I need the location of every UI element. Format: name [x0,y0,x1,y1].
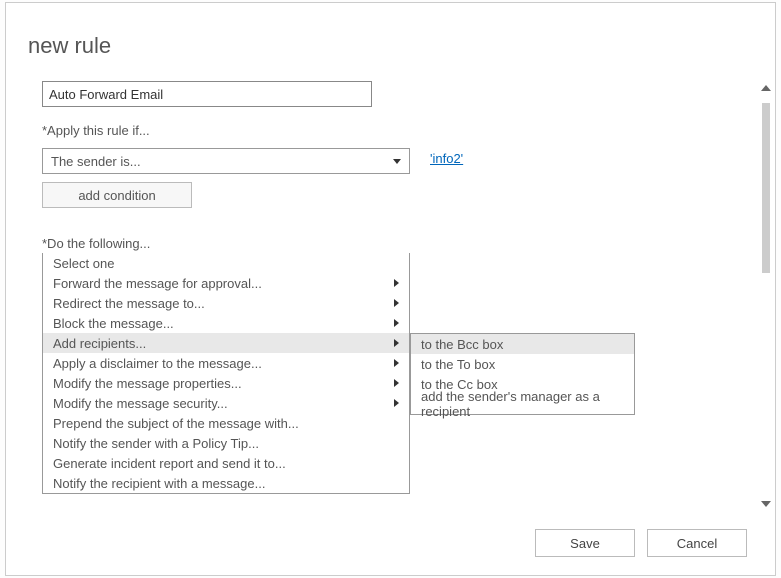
dropdown-item[interactable]: Notify the sender with a Policy Tip... [43,433,409,453]
sender-value-link[interactable]: 'info2' [430,151,463,166]
submenu-item[interactable]: to the To box [411,354,634,374]
save-label: Save [570,536,600,551]
dropdown-item-label: Block the message... [53,316,174,331]
new-rule-dialog: new rule *Apply this rule if... The send… [5,2,776,576]
submenu-item-label: to the To box [421,357,495,372]
dropdown-item[interactable]: Block the message... [43,313,409,333]
dropdown-item-label: Add recipients... [53,336,146,351]
dropdown-item[interactable]: Apply a disclaimer to the message... [43,353,409,373]
caret-down-icon [393,159,401,164]
dialog-footer: Save Cancel [535,529,747,557]
apply-if-label: *Apply this rule if... [42,123,747,138]
dropdown-item-label: Select one [53,256,114,271]
dropdown-item[interactable]: Forward the message for approval... [43,273,409,293]
chevron-right-icon [394,399,399,407]
apply-if-combo[interactable]: The sender is... [42,148,410,174]
add-recipients-submenu: to the Bcc boxto the To boxto the Cc box… [410,333,635,415]
dropdown-item-label: Modify the message security... [53,396,228,411]
chevron-right-icon [394,359,399,367]
scroll-up-icon[interactable] [761,85,771,91]
dropdown-item-label: Modify the message properties... [53,376,242,391]
dropdown-item-label: Prepend the subject of the message with.… [53,416,299,431]
dropdown-item-label: Generate incident report and send it to.… [53,456,286,471]
rule-name-input[interactable] [42,81,372,107]
chevron-right-icon [394,279,399,287]
chevron-right-icon [394,319,399,327]
vertical-scrollbar[interactable] [760,81,772,511]
dropdown-item[interactable]: Generate incident report and send it to.… [43,453,409,473]
dropdown-item-label: Redirect the message to... [53,296,205,311]
dropdown-item[interactable]: Add recipients... [43,333,409,353]
cancel-button[interactable]: Cancel [647,529,747,557]
dropdown-item-label: Forward the message for approval... [53,276,262,291]
submenu-item[interactable]: to the Bcc box [411,334,634,354]
dropdown-item[interactable]: Modify the message properties... [43,373,409,393]
submenu-item-label: add the sender's manager as a recipient [421,389,624,419]
dropdown-item-label: Apply a disclaimer to the message... [53,356,262,371]
add-condition-button[interactable]: add condition [42,182,192,208]
scroll-thumb[interactable] [762,103,770,273]
dropdown-item[interactable]: Notify the recipient with a message... [43,473,409,493]
dropdown-item[interactable]: Select one [43,253,409,273]
page-title: new rule [28,33,111,59]
dropdown-item[interactable]: Modify the message security... [43,393,409,413]
dropdown-item-label: Notify the sender with a Policy Tip... [53,436,259,451]
apply-row: The sender is... 'info2' [42,143,747,174]
dropdown-item[interactable]: Prepend the subject of the message with.… [43,413,409,433]
dropdown-item-label: Notify the recipient with a message... [53,476,265,491]
apply-if-value: The sender is... [51,154,141,169]
submenu-item[interactable]: add the sender's manager as a recipient [411,394,634,414]
do-following-dropdown: Select one Forward the message for approv… [42,253,410,494]
add-condition-label: add condition [78,188,155,203]
do-following-label: *Do the following... [42,236,747,251]
cancel-label: Cancel [677,536,717,551]
submenu-item-label: to the Bcc box [421,337,503,352]
chevron-right-icon [394,339,399,347]
scroll-down-icon[interactable] [761,501,771,507]
save-button[interactable]: Save [535,529,635,557]
chevron-right-icon [394,379,399,387]
dropdown-item[interactable]: Redirect the message to... [43,293,409,313]
chevron-right-icon [394,299,399,307]
